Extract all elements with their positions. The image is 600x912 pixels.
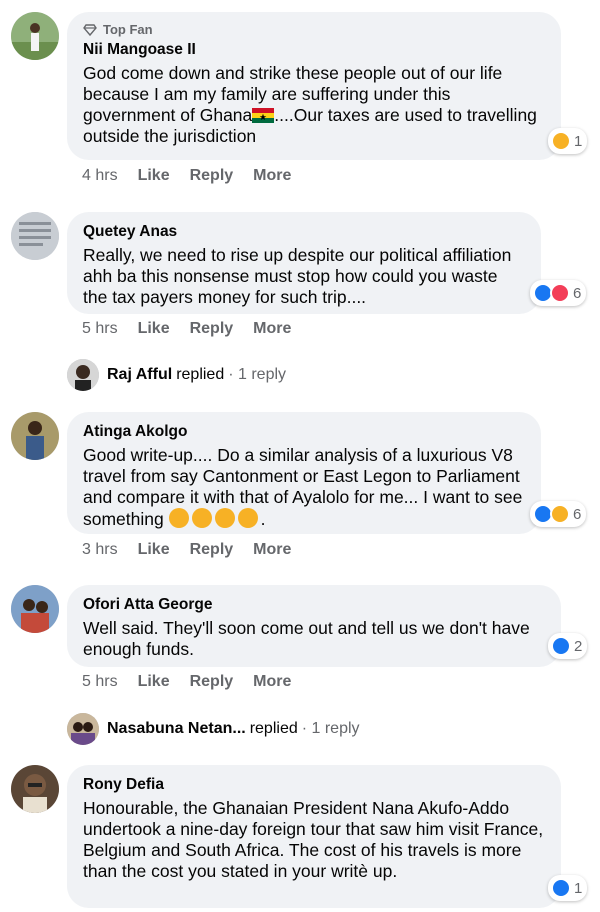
comment-timestamp[interactable]: 3 hrs [82, 541, 118, 559]
reply-button[interactable]: Reply [190, 167, 234, 185]
avatar[interactable] [11, 212, 59, 260]
more-button[interactable]: More [253, 673, 291, 691]
comment-bubble: Atinga Akolgo Good write-up.... Do a sim… [67, 412, 541, 534]
avatar[interactable] [11, 412, 59, 460]
replier-name: Nasabuna Netan... [107, 720, 246, 737]
reply-button[interactable]: Reply [190, 673, 234, 691]
comment-bubble: Rony Defia Honourable, the Ghanaian Pres… [67, 765, 561, 908]
reaction-summary[interactable]: 1 [548, 128, 588, 154]
comment-text: Really, we need to rise up despite our p… [83, 245, 512, 307]
reply-button[interactable]: Reply [190, 541, 234, 559]
haha-reaction-icon [550, 504, 570, 524]
avatar[interactable] [11, 765, 59, 813]
comment-text: Good write-up.... Do a similar analysis … [83, 445, 523, 529]
reply-count: · 1 reply [301, 720, 360, 737]
like-button[interactable]: Like [138, 541, 170, 559]
more-button[interactable]: More [253, 541, 291, 559]
more-button[interactable]: More [253, 167, 291, 185]
like-reaction-icon [551, 878, 571, 898]
comment-author[interactable]: Ofori Atta George [83, 595, 545, 615]
reply-button[interactable]: Reply [190, 320, 234, 338]
top-fan-badge: Top Fan [83, 22, 545, 37]
like-button[interactable]: Like [138, 320, 170, 338]
comment-bubble: Quetey Anas Really, we need to rise up d… [67, 212, 541, 314]
ghana-flag-icon [252, 108, 275, 123]
haha-reaction-icon [551, 131, 571, 151]
avatar[interactable] [11, 585, 59, 633]
replies-link[interactable]: Raj Afful replied · 1 reply [67, 359, 286, 391]
laughing-emoji-icon [168, 508, 189, 528]
comment-text: Well said. They'll soon come out and tel… [83, 618, 530, 659]
comment-timestamp[interactable]: 4 hrs [82, 167, 118, 185]
comment-author[interactable]: Nii Mangoase II [83, 40, 545, 60]
comment-actions: 5 hrs Like Reply More [82, 673, 291, 691]
reaction-summary[interactable]: 6 [530, 501, 587, 527]
comment-author[interactable]: Quetey Anas [83, 222, 525, 242]
like-button[interactable]: Like [138, 167, 170, 185]
reaction-summary[interactable]: 1 [548, 875, 588, 901]
laughing-emoji-icon [191, 508, 212, 528]
laughing-emoji-icon [214, 508, 235, 528]
diamond-icon [83, 23, 97, 36]
avatar[interactable] [11, 12, 59, 60]
comment-timestamp[interactable]: 5 hrs [82, 673, 118, 691]
love-reaction-icon [550, 283, 570, 303]
comment-actions: 3 hrs Like Reply More [82, 541, 291, 559]
comment-actions: 5 hrs Like Reply More [82, 320, 291, 338]
more-button[interactable]: More [253, 320, 291, 338]
comment-actions: 4 hrs Like Reply More [82, 167, 291, 185]
comment-text: God come down and strike these people ou… [83, 63, 537, 146]
comment-bubble: Ofori Atta George Well said. They'll soo… [67, 585, 561, 667]
avatar [67, 359, 99, 391]
replied-label: replied [176, 366, 225, 383]
comment-author[interactable]: Atinga Akolgo [83, 422, 525, 442]
comment-bubble: Top Fan Nii Mangoase II God come down an… [67, 12, 561, 160]
reply-count: · 1 reply [228, 366, 287, 383]
replier-name: Raj Afful [107, 366, 173, 383]
avatar [67, 713, 99, 745]
like-reaction-icon [551, 636, 571, 656]
reaction-summary[interactable]: 6 [530, 280, 587, 306]
reaction-summary[interactable]: 2 [548, 633, 588, 659]
comment-author[interactable]: Rony Defia [83, 775, 545, 795]
comment-timestamp[interactable]: 5 hrs [82, 320, 118, 338]
like-button[interactable]: Like [138, 673, 170, 691]
replied-label: replied [249, 720, 298, 737]
comment-text: Honourable, the Ghanaian President Nana … [83, 798, 544, 881]
replies-link[interactable]: Nasabuna Netan... replied · 1 reply [67, 713, 360, 745]
laughing-emoji-icon [237, 508, 258, 528]
